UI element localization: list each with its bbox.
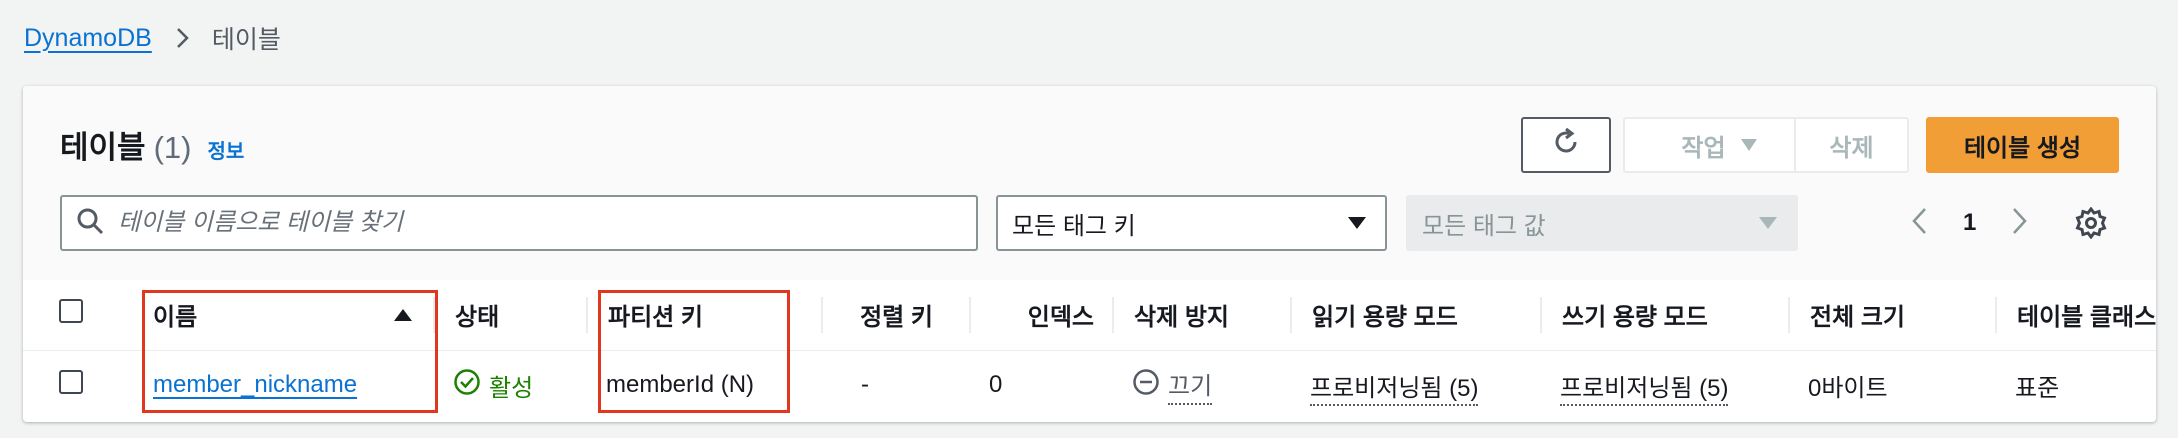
indexes-value: 0 — [989, 371, 1003, 399]
cell-deletion-protection: 끄기 — [1112, 350, 1290, 420]
cell-read-capacity-mode: 프로비저닝됨 (5) — [1290, 350, 1540, 420]
read-capacity-mode-value[interactable]: 프로비저닝됨 (5) — [1310, 374, 1479, 406]
column-write-capacity-mode-label: 쓰기 용량 모드 — [1562, 304, 1708, 332]
breadcrumb-current: 테이블 — [211, 26, 281, 54]
delete-label: 삭제 — [1829, 134, 1874, 162]
actions-label: 작업 — [1681, 134, 1726, 162]
info-link[interactable]: 정보 — [207, 135, 244, 164]
table-search — [60, 195, 978, 251]
cell-table-class: 표준 — [1995, 350, 2156, 420]
column-status-label: 상태 — [455, 304, 500, 332]
search-input[interactable] — [118, 209, 938, 237]
column-sort-key[interactable]: 정렬 키 — [821, 280, 969, 351]
column-total-size-label: 전체 크기 — [1810, 304, 1905, 332]
breadcrumb-dynamodb-link[interactable]: DynamoDB — [24, 24, 152, 53]
column-sort-key-label: 정렬 키 — [860, 304, 933, 332]
actions-button[interactable]: 작업 — [1623, 117, 1816, 173]
caret-down-icon — [1347, 209, 1367, 237]
table-class-value: 표준 — [2015, 374, 2060, 402]
table-count: (1) — [153, 130, 192, 165]
current-page[interactable]: 1 — [1963, 209, 1976, 237]
column-read-capacity-mode-label: 읽기 용량 모드 — [1312, 304, 1458, 332]
write-capacity-mode-value[interactable]: 프로비저닝됨 (5) — [1560, 374, 1729, 406]
column-deletion-protection-label: 삭제 방지 — [1134, 304, 1229, 332]
column-indexes[interactable]: 인덱스 — [969, 280, 1112, 351]
minus-circle-icon — [1132, 368, 1160, 403]
cell-sort-key: - — [821, 350, 969, 420]
tag-key-value: 모든 태그 키 — [1012, 212, 1136, 240]
refresh-button[interactable] — [1521, 117, 1611, 173]
select-all-cell — [23, 280, 133, 351]
row-checkbox[interactable] — [59, 369, 83, 394]
refresh-icon — [1550, 126, 1582, 165]
column-table-class-label: 테이블 클래스 — [2017, 304, 2157, 332]
tag-value-select[interactable]: 모든 태그 값 — [1406, 195, 1798, 251]
caret-down-icon — [1758, 209, 1778, 237]
cell-status: 활성 — [433, 350, 586, 420]
cell-indexes: 0 — [969, 350, 1112, 420]
deletion-protection-value[interactable]: 끄기 — [1168, 366, 1213, 405]
column-status[interactable]: 상태 — [433, 280, 586, 351]
caret-down-icon — [1740, 131, 1758, 159]
search-icon — [76, 207, 104, 240]
tag-key-select[interactable]: 모든 태그 키 — [996, 195, 1387, 251]
tag-value-value: 모든 태그 값 — [1422, 212, 1546, 240]
create-table-label: 테이블 생성 — [1963, 134, 2082, 162]
check-circle-icon — [453, 368, 481, 403]
delete-button[interactable]: 삭제 — [1794, 117, 1909, 173]
column-indexes-label: 인덱스 — [1027, 304, 1094, 332]
column-total-size[interactable]: 전체 크기 — [1788, 280, 1995, 351]
cell-total-size: 0바이트 — [1788, 350, 1995, 420]
highlight-box-name-column — [142, 290, 438, 413]
status-text: 활성 — [489, 374, 534, 402]
sort-key-value: - — [861, 371, 869, 399]
page-title: 테이블 — [60, 130, 146, 165]
column-read-capacity-mode[interactable]: 읽기 용량 모드 — [1290, 280, 1540, 351]
create-table-button[interactable]: 테이블 생성 — [1926, 117, 2119, 173]
highlight-box-partition-key-column — [598, 290, 790, 413]
column-deletion-protection[interactable]: 삭제 방지 — [1112, 280, 1290, 351]
settings-gear-icon[interactable] — [2073, 205, 2109, 241]
tables-panel: 테이블 (1) 정보 작업 삭제 테이블 생성 모든 태그 키 — [23, 86, 2156, 422]
column-table-class[interactable]: 테이블 클래스 — [1995, 280, 2157, 351]
total-size-value: 0바이트 — [1808, 374, 1888, 402]
panel-title-row: 테이블 (1) 정보 — [60, 122, 244, 167]
chevron-left-icon[interactable] — [1911, 207, 1927, 240]
breadcrumb: DynamoDB 테이블 — [24, 22, 281, 55]
chevron-right-icon[interactable] — [2012, 207, 2028, 240]
chevron-right-icon — [176, 27, 190, 49]
select-all-checkbox[interactable] — [59, 299, 83, 324]
pagination: 1 — [1911, 195, 2028, 251]
row-select-cell — [23, 350, 133, 420]
cell-write-capacity-mode: 프로비저닝됨 (5) — [1540, 350, 1788, 420]
column-write-capacity-mode[interactable]: 쓰기 용량 모드 — [1540, 280, 1788, 351]
